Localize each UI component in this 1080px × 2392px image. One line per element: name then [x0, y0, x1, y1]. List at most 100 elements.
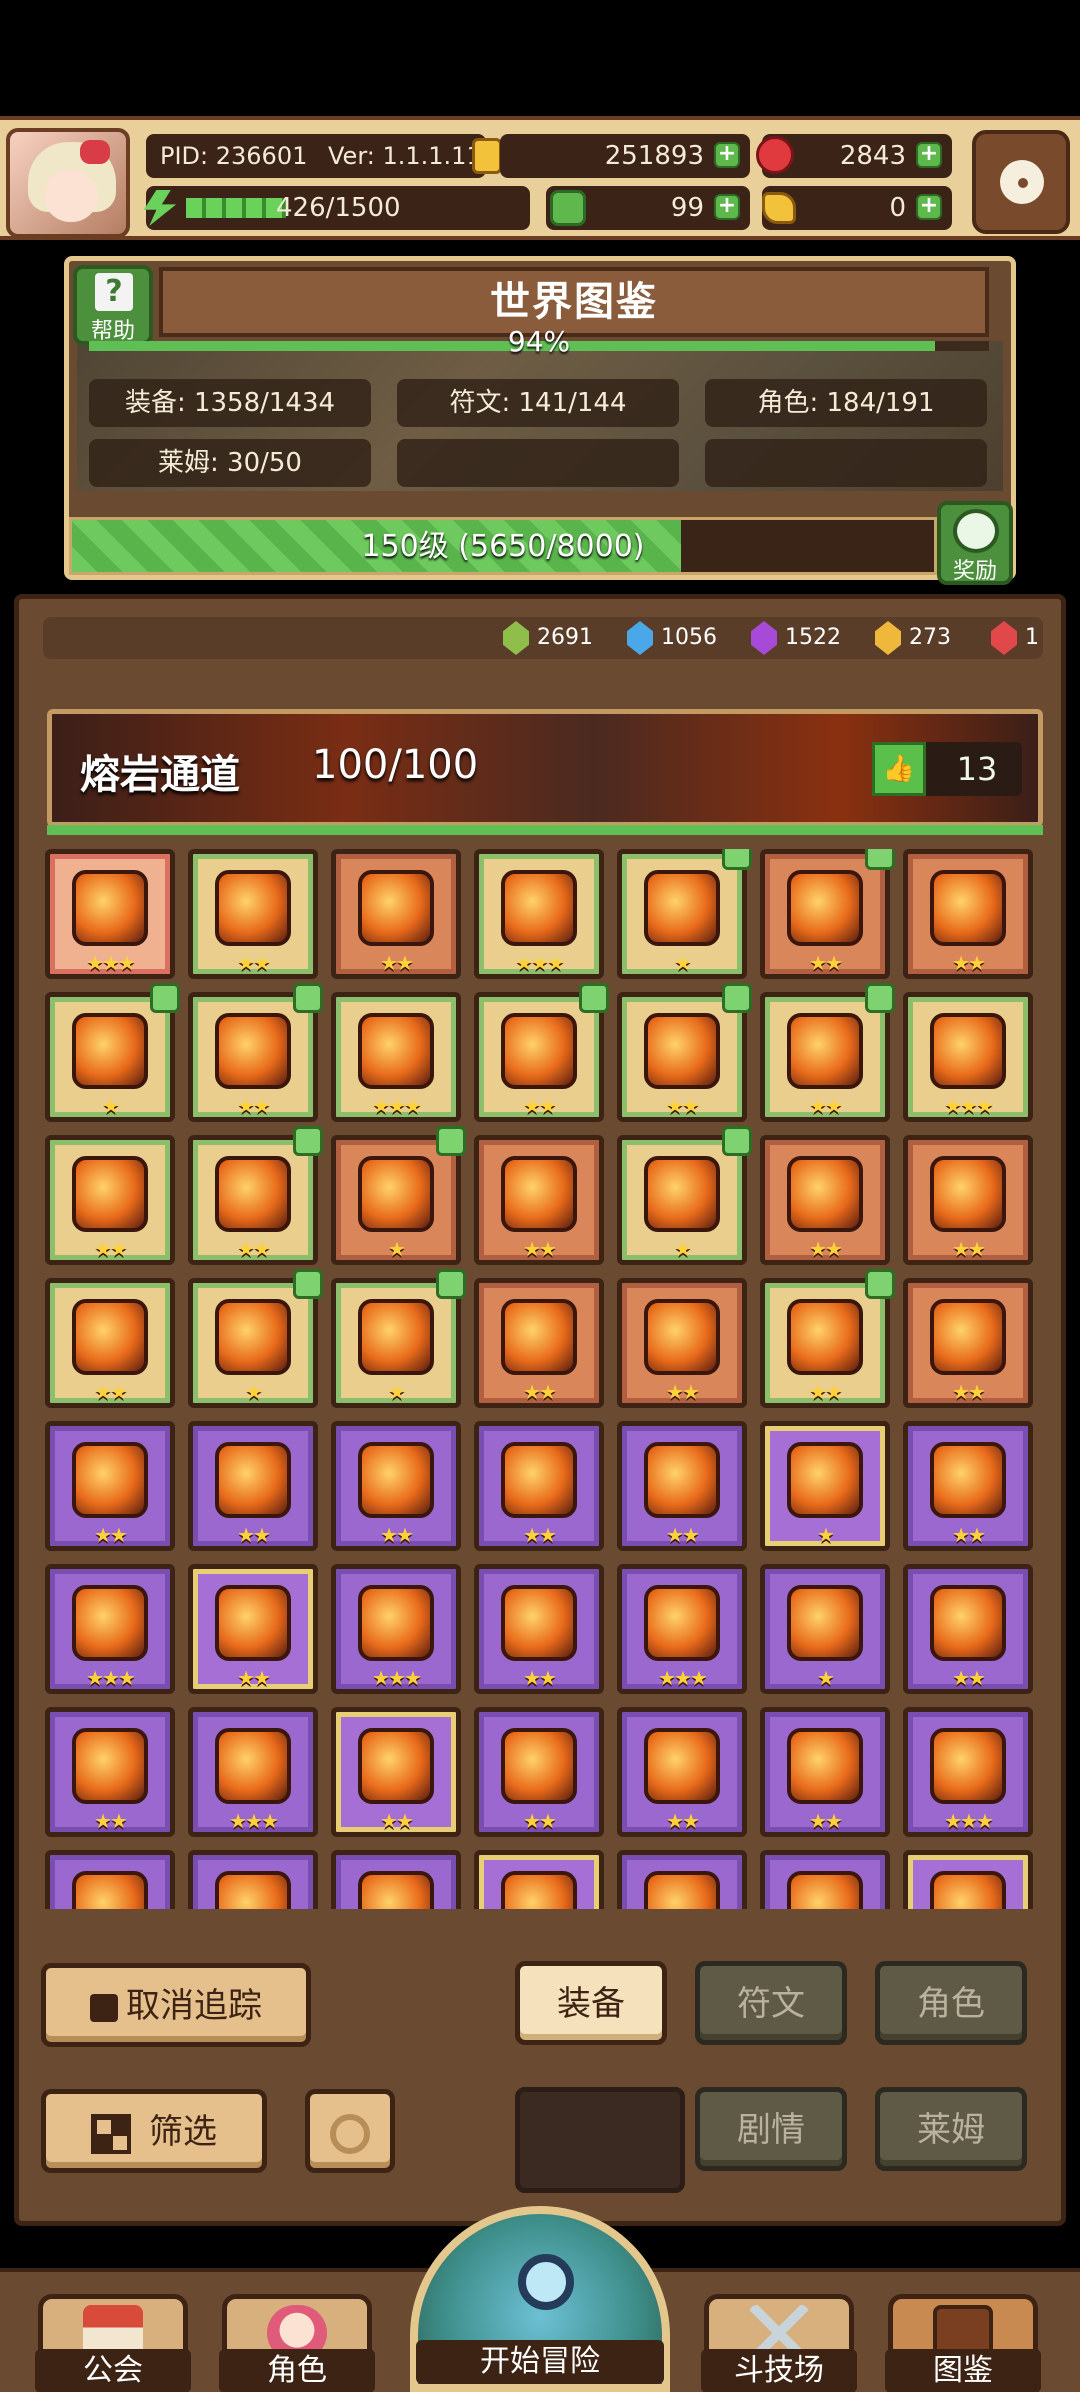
- equipment-slot[interactable]: ★★: [45, 1421, 175, 1551]
- equipment-slot[interactable]: ★★: [45, 1135, 175, 1265]
- equipment-slot[interactable]: ★★: [188, 983, 323, 1122]
- nav-arena[interactable]: 斗技场: [701, 2294, 857, 2392]
- equipment-slot[interactable]: ★★: [903, 1278, 1033, 1408]
- equipment-slot[interactable]: ★★: [903, 1421, 1033, 1551]
- equipment-slot[interactable]: ★★★: [45, 849, 175, 979]
- tracked-tag-icon: [579, 983, 609, 1013]
- tab-story[interactable]: 剧情: [695, 2087, 847, 2171]
- equipment-slot[interactable]: ★★: [188, 849, 318, 979]
- energy-bolt-icon: [143, 190, 177, 226]
- equipment-slot[interactable]: [188, 1850, 318, 1909]
- equipment-item-icon: [215, 870, 291, 946]
- item-star-rating: ★★: [952, 1237, 986, 1261]
- atlas-percent: 94%: [507, 325, 571, 358]
- equipment-item-icon: [787, 1728, 863, 1804]
- filter-button[interactable]: 筛选: [41, 2089, 267, 2173]
- magnifier-icon: [518, 2254, 574, 2310]
- add-clover-icon[interactable]: +: [714, 194, 740, 220]
- equipment-slot[interactable]: ★: [617, 1126, 752, 1265]
- equipment-slot[interactable]: ★★: [760, 983, 895, 1122]
- equipment-item-icon: [501, 1442, 577, 1518]
- gem-counter: 273: [875, 621, 951, 655]
- equipment-slot[interactable]: ★★★: [903, 1707, 1033, 1837]
- item-star-rating: ★★: [952, 1666, 986, 1690]
- gold-coin-icon: [472, 138, 502, 174]
- add-ruby-icon[interactable]: +: [916, 142, 942, 168]
- tab-equipment[interactable]: 装备: [515, 1961, 667, 2045]
- equipment-slot[interactable]: ★★★: [331, 1564, 461, 1694]
- equipment-slot[interactable]: ★★: [331, 1707, 461, 1837]
- untrack-button[interactable]: 取消追踪: [41, 1963, 311, 2047]
- equipment-slot[interactable]: ★★: [760, 1269, 895, 1408]
- start-adventure-button[interactable]: 开始冒险: [410, 2206, 670, 2392]
- nav-atlas[interactable]: 图鉴: [885, 2294, 1041, 2392]
- player-avatar[interactable]: [6, 128, 130, 238]
- equipment-slot[interactable]: [903, 1850, 1033, 1909]
- equipment-slot[interactable]: ★★: [188, 1564, 318, 1694]
- equipment-slot[interactable]: [617, 1850, 747, 1909]
- zone-progress: 100/100: [312, 742, 479, 788]
- equipment-item-icon: [72, 1585, 148, 1661]
- equipment-slot[interactable]: ★★: [760, 1135, 890, 1265]
- equipment-slot[interactable]: ★★: [474, 1564, 604, 1694]
- equipment-slot[interactable]: ★★: [903, 849, 1033, 979]
- equipment-slot[interactable]: ★★: [45, 1707, 175, 1837]
- equipment-slot[interactable]: ★★: [474, 1707, 604, 1837]
- equipment-slot[interactable]: ★★: [45, 1278, 175, 1408]
- equipment-slot[interactable]: [760, 1850, 890, 1909]
- equipment-slot[interactable]: ★★: [617, 983, 752, 1122]
- equipment-slot[interactable]: ★★★: [331, 992, 461, 1122]
- equipment-slot[interactable]: [474, 1850, 604, 1909]
- equipment-slot[interactable]: ★: [760, 1564, 890, 1694]
- equipment-slot[interactable]: ★★: [188, 1126, 323, 1265]
- item-star-rating: ★: [388, 1237, 406, 1261]
- equipment-item-icon: [930, 1728, 1006, 1804]
- add-gold-icon[interactable]: +: [714, 142, 740, 168]
- nav-guild[interactable]: 公会: [35, 2294, 191, 2392]
- equipment-slot[interactable]: ★: [760, 1421, 890, 1551]
- equipment-slot[interactable]: ★★: [331, 1421, 461, 1551]
- equipment-slot[interactable]: ★: [45, 983, 180, 1122]
- equipment-slot[interactable]: ★★★: [45, 1564, 175, 1694]
- tab-runes[interactable]: 符文: [695, 1961, 847, 2045]
- equipment-slot[interactable]: ★★: [331, 849, 461, 979]
- equipment-slot[interactable]: ★: [331, 1126, 466, 1265]
- equipment-slot[interactable]: [45, 1850, 175, 1909]
- start-adventure-label: 开始冒险: [416, 2340, 664, 2384]
- item-star-rating: ★: [674, 951, 692, 975]
- energy-amount: 426/1500: [276, 193, 401, 223]
- tab-characters[interactable]: 角色: [875, 1961, 1027, 2045]
- equipment-slot[interactable]: ★★: [474, 983, 609, 1122]
- equipment-slot[interactable]: ★★: [617, 1421, 747, 1551]
- add-key-icon[interactable]: +: [916, 194, 942, 220]
- nav-character[interactable]: 角色: [219, 2294, 375, 2392]
- item-star-rating: ★★: [809, 1094, 843, 1118]
- equipment-slot[interactable]: ★★★: [474, 849, 604, 979]
- zone-header: 熔岩通道 100/100 👍 13: [47, 709, 1043, 827]
- equipment-slot[interactable]: ★★: [617, 1707, 747, 1837]
- equipment-slot[interactable]: ★★: [188, 1421, 318, 1551]
- reward-button[interactable]: 奖励: [937, 501, 1013, 585]
- equipment-slot[interactable]: ★★: [474, 1135, 604, 1265]
- equipment-slot[interactable]: ★★★: [903, 992, 1033, 1122]
- equipment-slot[interactable]: ★★: [474, 1278, 604, 1408]
- equipment-slot[interactable]: ★★: [760, 849, 895, 979]
- equipment-slot[interactable]: ★★: [760, 1707, 890, 1837]
- equipment-slot[interactable]: ★: [331, 1269, 466, 1408]
- clover-amount: 99: [670, 193, 704, 223]
- equipment-slot[interactable]: ★★: [903, 1564, 1033, 1694]
- zone-like-counter[interactable]: 👍 13: [872, 742, 1022, 796]
- equipment-slot[interactable]: [331, 1850, 461, 1909]
- equipment-slot[interactable]: ★★: [903, 1135, 1033, 1265]
- equipment-item-icon: [358, 1871, 434, 1909]
- equipment-slot[interactable]: ★★: [474, 1421, 604, 1551]
- equipment-slot[interactable]: ★: [188, 1269, 323, 1408]
- equipment-slot[interactable]: ★★: [617, 1278, 747, 1408]
- equipment-slot[interactable]: ★★★: [188, 1707, 318, 1837]
- settings-button[interactable]: [972, 130, 1070, 234]
- tab-slime[interactable]: 莱姆: [875, 2087, 1027, 2171]
- equipment-slot[interactable]: ★: [617, 849, 752, 979]
- equipment-item-icon: [787, 1299, 863, 1375]
- equipment-slot[interactable]: ★★★: [617, 1564, 747, 1694]
- refresh-button[interactable]: [305, 2089, 395, 2173]
